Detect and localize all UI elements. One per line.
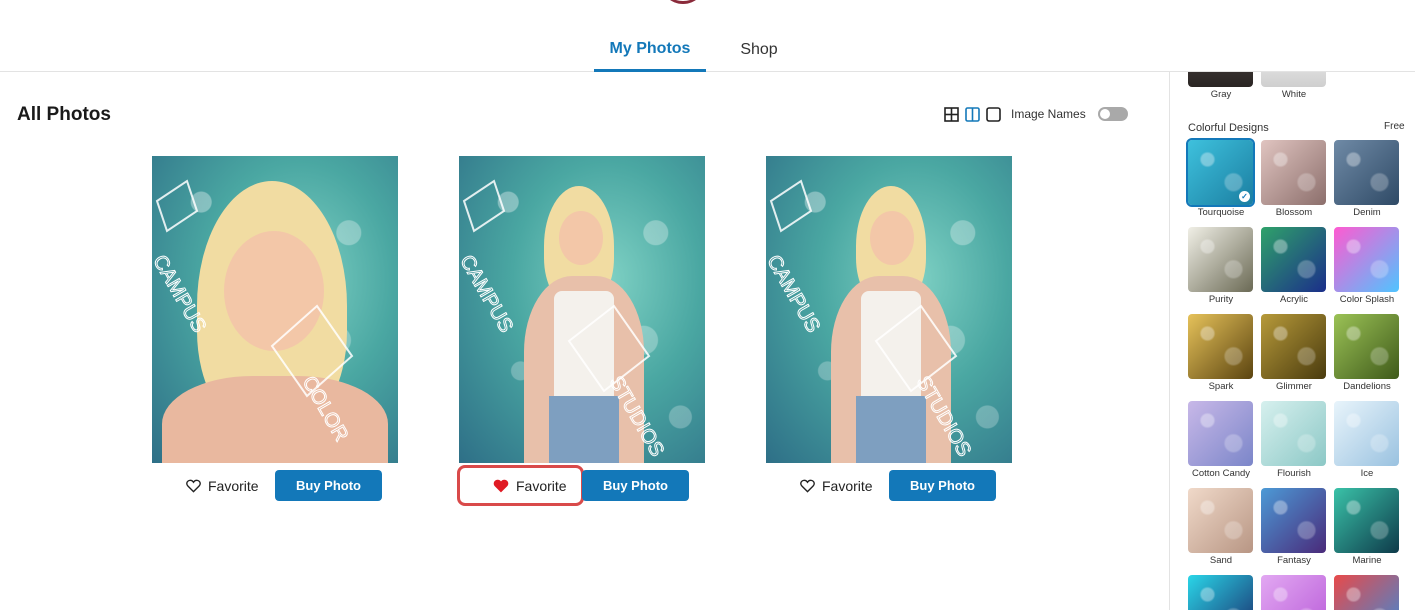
background-label: Spark	[1208, 381, 1234, 392]
photo-card: CAMPUS STUDIOS Favorite Buy Photo	[766, 156, 1012, 508]
image-names-toggle[interactable]	[1097, 107, 1128, 121]
heart-filled-icon	[493, 479, 509, 492]
background-tile[interactable]	[1261, 401, 1326, 466]
heart-outline-icon	[186, 479, 201, 493]
favorite-button[interactable]: Favorite	[186, 470, 259, 501]
background-tile[interactable]	[1188, 488, 1253, 553]
app-root: My Photos Shop All Photos Image Names CA…	[0, 0, 1415, 610]
favorite-label: Favorite	[822, 477, 873, 494]
photo-card: CAMPUS COLOR Favorite Buy Photo	[152, 156, 398, 508]
buy-photo-button[interactable]: Buy Photo	[582, 470, 689, 501]
page-title: All Photos	[17, 104, 111, 125]
favorite-label: Favorite	[516, 477, 567, 494]
single-view-icon[interactable]	[986, 106, 1001, 122]
buy-photo-button[interactable]: Buy Photo	[889, 470, 996, 501]
tab-shop[interactable]: Shop	[720, 28, 798, 72]
background-tile[interactable]	[1334, 227, 1399, 292]
background-sidebar[interactable]: Gray White Colorful Designs Free ✓ Tourqu…	[1169, 72, 1415, 610]
section-title: Colorful Designs	[1188, 122, 1269, 134]
background-label: Glimmer	[1276, 381, 1312, 392]
background-label: Marine	[1352, 555, 1382, 566]
background-tile[interactable]	[1188, 314, 1253, 379]
watermark-text: CAMPUS	[459, 251, 517, 336]
background-label: Dandelions	[1343, 381, 1391, 392]
heart-outline-icon	[800, 479, 815, 493]
two-column-view-icon[interactable]	[965, 106, 980, 122]
background-label: Color Splash	[1339, 294, 1395, 305]
student-photo[interactable]: CAMPUS STUDIOS	[766, 156, 1012, 463]
brand-logo[interactable]	[660, 0, 706, 4]
top-nav: My Photos Shop	[0, 28, 1415, 72]
background-label: Denim	[1353, 207, 1381, 218]
grid-view-icon[interactable]	[944, 106, 959, 122]
background-label: Blossom	[1275, 207, 1313, 218]
favorite-button[interactable]: Favorite	[493, 470, 567, 501]
photos-main: All Photos Image Names CAMPUS COLOR Favo…	[0, 72, 1168, 610]
background-tile[interactable]	[1261, 314, 1326, 379]
background-label: Gray	[1210, 89, 1232, 100]
tab-my-photos[interactable]: My Photos	[594, 28, 706, 72]
background-label: White	[1281, 89, 1307, 100]
background-label: Acrylic	[1280, 294, 1308, 305]
background-tile[interactable]	[1261, 140, 1326, 205]
background-tile[interactable]	[1188, 227, 1253, 292]
background-label: Ice	[1360, 468, 1374, 479]
background-tile[interactable]	[1334, 314, 1399, 379]
favorite-button[interactable]: Favorite	[800, 470, 873, 501]
view-controls: Image Names	[944, 106, 1128, 122]
selected-check-icon: ✓	[1239, 191, 1250, 202]
price-label: Free	[1384, 121, 1405, 132]
background-tile[interactable]	[1261, 488, 1326, 553]
background-label: Fantasy	[1277, 555, 1311, 566]
background-tile[interactable]	[1334, 140, 1399, 205]
background-tile[interactable]	[1334, 401, 1399, 466]
favorite-label: Favorite	[208, 477, 259, 494]
background-tile[interactable]: ✓	[1186, 138, 1255, 207]
background-tile[interactable]	[1261, 227, 1326, 292]
background-tile-gray[interactable]	[1188, 72, 1253, 87]
background-label: Sand	[1209, 555, 1233, 566]
student-photo[interactable]: CAMPUS COLOR	[152, 156, 398, 463]
background-label: Purity	[1208, 294, 1234, 305]
background-label: Cotton Candy	[1191, 468, 1251, 479]
buy-photo-button[interactable]: Buy Photo	[275, 470, 382, 501]
background-label: Flourish	[1277, 468, 1311, 479]
background-tile-white[interactable]	[1261, 72, 1326, 87]
student-photo[interactable]: CAMPUS STUDIOS	[459, 156, 705, 463]
background-tile[interactable]	[1334, 488, 1399, 553]
background-label: Tourquoise	[1197, 207, 1245, 218]
background-tile[interactable]	[1188, 575, 1253, 610]
background-tile[interactable]	[1188, 401, 1253, 466]
background-tile[interactable]	[1334, 575, 1399, 610]
watermark-text: CAMPUS	[766, 251, 824, 336]
image-names-label: Image Names	[1011, 107, 1086, 121]
background-tile[interactable]	[1261, 575, 1326, 610]
photo-card: CAMPUS STUDIOS Favorite Buy Photo	[457, 156, 705, 508]
